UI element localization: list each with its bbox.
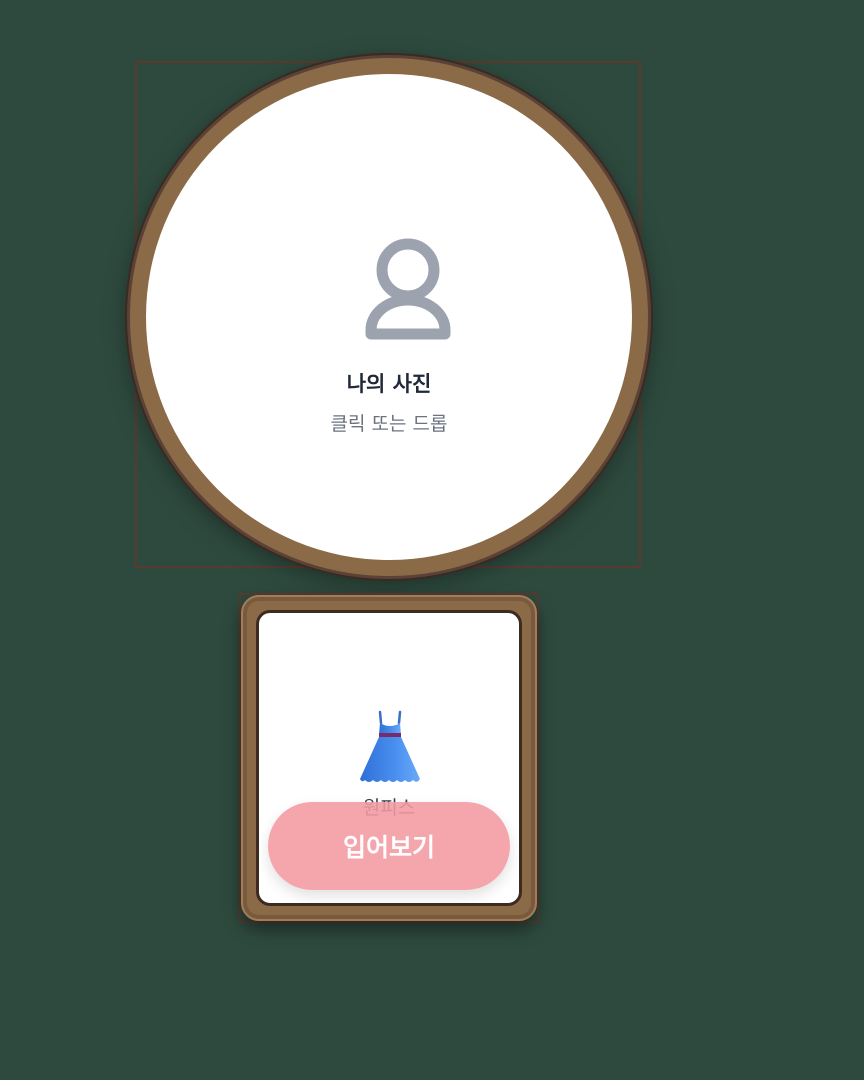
photo-upload-hint: 클릭 또는 드롭 — [330, 413, 448, 435]
photo-upload-inner[interactable]: 나의 사진 클릭 또는 드롭 — [146, 74, 632, 560]
try-on-button[interactable]: 입어보기 — [268, 802, 510, 890]
clothing-card-inner: 원피스 입어보기 — [256, 610, 522, 906]
clothing-card: 원피스 입어보기 — [241, 595, 537, 921]
page-bottom-edge — [0, 1080, 864, 1086]
person-icon — [365, 238, 451, 340]
dress-icon — [360, 710, 420, 782]
photo-upload-title: 나의 사진 — [346, 372, 432, 396]
photo-upload-dropzone[interactable]: 나의 사진 클릭 또는 드롭 — [127, 55, 651, 579]
